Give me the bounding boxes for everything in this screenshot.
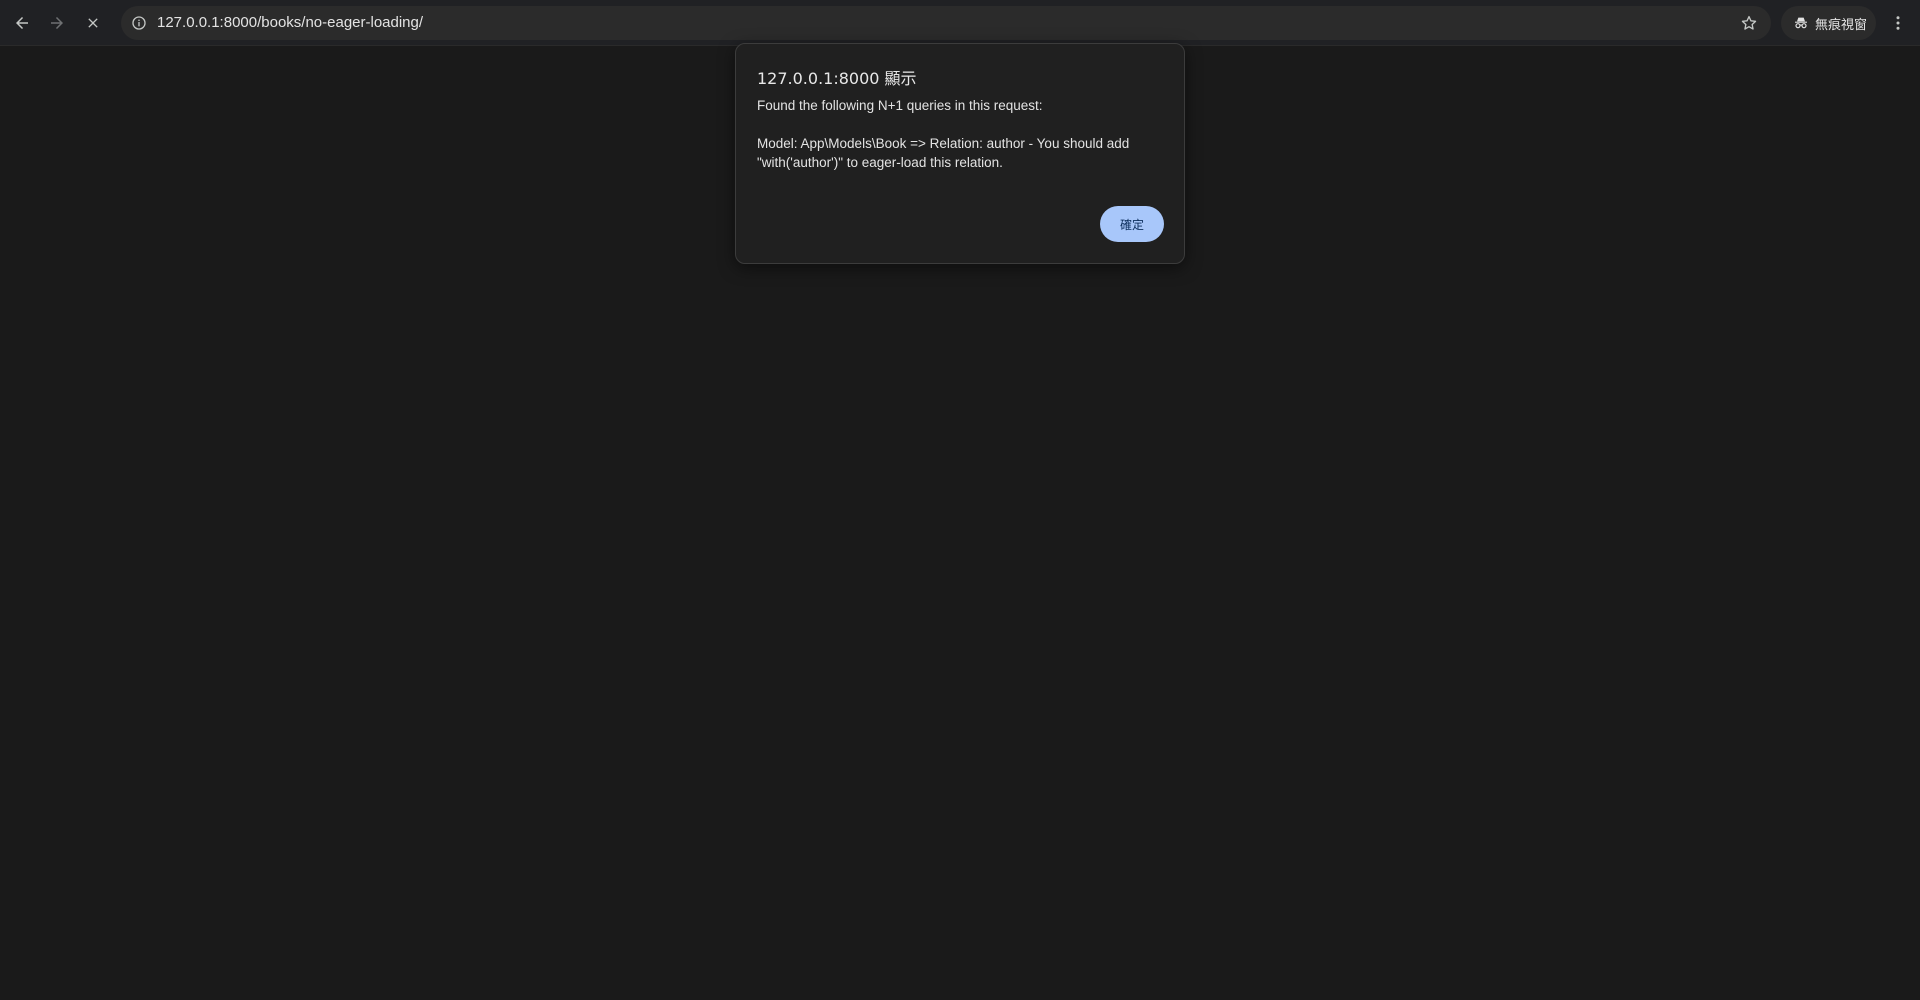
incognito-indicator[interactable]: 無痕視窗 [1781,6,1876,40]
close-icon [88,18,98,28]
dialog-title: 127.0.0.1:8000 顯示 [757,69,917,88]
ok-button[interactable]: 確定 [1100,206,1164,242]
info-icon [132,16,146,30]
bookmark-button[interactable] [1739,13,1759,33]
alert-dialog: 127.0.0.1:8000 顯示 Found the following N+… [735,43,1185,264]
incognito-icon [1795,17,1807,29]
url-text[interactable]: 127.0.0.1:8000/books/no-eager-loading/ [157,6,423,40]
browser-menu-button[interactable] [1882,7,1914,39]
back-button[interactable] [6,7,38,39]
forward-button[interactable] [41,7,73,39]
stop-loading-button[interactable] [77,7,109,39]
star-icon [1741,15,1757,30]
arrow-right-icon [51,17,63,29]
incognito-label: 無痕視窗 [1815,17,1868,33]
more-vert-icon [1896,16,1900,30]
address-bar[interactable]: 127.0.0.1:8000/books/no-eager-loading/ [121,6,1771,40]
arrow-left-icon [16,17,28,29]
site-info-button[interactable] [129,13,149,33]
browser-toolbar: 127.0.0.1:8000/books/no-eager-loading/ 無… [0,0,1920,46]
dialog-message: Found the following N+1 queries in this … [757,98,1130,170]
